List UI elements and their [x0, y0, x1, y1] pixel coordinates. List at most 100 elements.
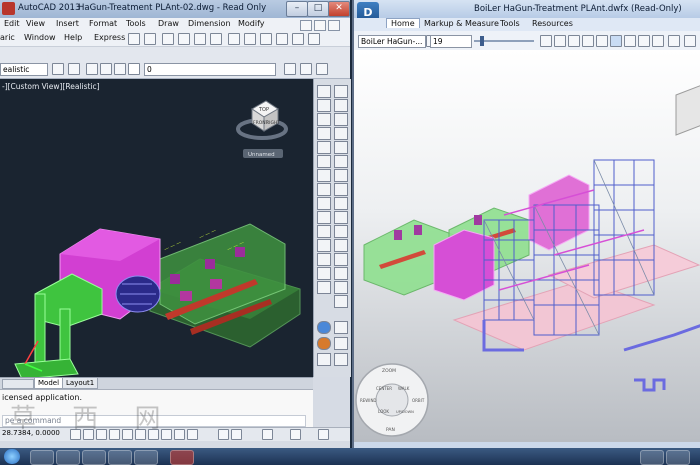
layer-previous-icon[interactable]	[300, 63, 312, 75]
taskbar-explorer-icon[interactable]	[30, 450, 54, 465]
taskbar-tray-icon[interactable]	[666, 450, 690, 465]
undo-icon[interactable]	[128, 33, 140, 45]
polygon-icon[interactable]	[317, 113, 331, 126]
explode-icon[interactable]	[334, 295, 348, 308]
camera-icon[interactable]	[334, 337, 348, 350]
review-canvas[interactable]: ZOOM CENTER WALK LOOK UP/DOWN REWIND ORB…	[354, 50, 700, 442]
spline-icon[interactable]	[317, 169, 331, 182]
taskbar-app-icon[interactable]	[134, 450, 158, 465]
mtext-icon[interactable]	[317, 281, 331, 294]
scale-icon[interactable]	[334, 183, 348, 196]
model-space-icon[interactable]	[218, 429, 229, 440]
menu-insert[interactable]: Insert	[56, 19, 79, 28]
point-icon[interactable]	[317, 225, 331, 238]
pan-icon[interactable]	[554, 35, 566, 47]
autocad-viewport[interactable]: -][Custom View][Realistic] TOP FRONT RIG…	[0, 79, 313, 377]
dyn-icon[interactable]	[174, 429, 185, 440]
layer-properties-icon[interactable]	[68, 63, 80, 75]
redo-icon[interactable]	[144, 33, 156, 45]
hatch-icon[interactable]	[317, 239, 331, 252]
quick-view-icon[interactable]	[231, 429, 242, 440]
visual-style-manager-icon[interactable]	[52, 63, 64, 75]
menu-express[interactable]: Express	[94, 33, 125, 42]
menu-format[interactable]: Format	[89, 19, 117, 28]
fillet-icon[interactable]	[334, 281, 348, 294]
layer-combo[interactable]: 0	[144, 63, 276, 76]
ribbon-tab-home[interactable]: Home	[386, 18, 420, 28]
ellipse-icon[interactable]	[317, 183, 331, 196]
break-icon[interactable]	[334, 239, 348, 252]
minimize-button[interactable]: –	[286, 1, 308, 17]
circle-icon[interactable]	[317, 155, 331, 168]
menu-tools[interactable]: Tools	[126, 19, 146, 28]
zoom-slider-thumb[interactable]	[480, 36, 484, 46]
doc-close-icon[interactable]	[328, 20, 340, 31]
move-icon[interactable]	[334, 155, 348, 168]
quickcalc-icon[interactable]	[308, 33, 320, 45]
region-icon[interactable]	[317, 253, 331, 266]
lightbulb-icon[interactable]	[86, 63, 98, 75]
menu-help[interactable]: Help	[64, 33, 82, 42]
doc-restore-icon[interactable]	[314, 20, 326, 31]
start-button-icon[interactable]	[4, 449, 20, 464]
close-button[interactable]: ✕	[328, 1, 350, 17]
properties-icon[interactable]	[684, 35, 696, 47]
orbit-icon[interactable]	[582, 35, 594, 47]
steering-wheel-icon[interactable]	[610, 35, 622, 47]
copy-icon[interactable]	[334, 99, 348, 112]
zoom-realtime-icon[interactable]	[178, 33, 190, 45]
sun-icon[interactable]	[100, 63, 112, 75]
doc-minimize-icon[interactable]	[300, 20, 312, 31]
sheet-selector-combo[interactable]: BoiLer HaGun-...	[358, 35, 426, 48]
taskbar-browser-icon[interactable]	[108, 450, 132, 465]
layers-icon[interactable]	[668, 35, 680, 47]
workspace-icon[interactable]	[290, 429, 301, 440]
maximize-button[interactable]: □	[307, 1, 329, 17]
taskbar-folder-icon[interactable]	[82, 450, 106, 465]
menu-view[interactable]: View	[26, 19, 45, 28]
sheet-set-icon[interactable]	[276, 33, 288, 45]
rotate-icon[interactable]	[334, 169, 348, 182]
lock-icon[interactable]	[114, 63, 126, 75]
lights-icon[interactable]	[334, 321, 348, 334]
rectangle-icon[interactable]	[317, 127, 331, 140]
zoom-window-icon[interactable]	[194, 33, 206, 45]
print-icon[interactable]	[638, 35, 650, 47]
insert-block-icon[interactable]	[317, 197, 331, 210]
design-center-icon[interactable]	[244, 33, 256, 45]
taskbar-review-icon[interactable]	[640, 450, 664, 465]
tab-nav-arrows[interactable]	[2, 379, 34, 389]
menu-edit[interactable]: Edit	[4, 19, 20, 28]
erase-icon[interactable]	[334, 85, 348, 98]
mirror-icon[interactable]	[334, 113, 348, 126]
extend-icon[interactable]	[334, 225, 348, 238]
dropdown-more-icon[interactable]	[652, 35, 664, 47]
menu-draw[interactable]: Draw	[158, 19, 179, 28]
tab-model[interactable]: Model	[34, 378, 64, 389]
isolate-objects-icon[interactable]	[318, 429, 329, 440]
walk-icon[interactable]	[334, 353, 348, 366]
ribbon-tab-markup-measure[interactable]: Markup & Measure	[420, 19, 503, 28]
menu-dimension[interactable]: Dimension	[188, 19, 231, 28]
annotation-scale-icon[interactable]	[262, 429, 273, 440]
tab-layout1[interactable]: Layout1	[62, 378, 99, 389]
render-sphere-icon[interactable]	[317, 321, 331, 334]
join-icon[interactable]	[334, 253, 348, 266]
markup-icon[interactable]	[292, 33, 304, 45]
layer-color-icon[interactable]	[128, 63, 140, 75]
tool-palettes-icon[interactable]	[260, 33, 272, 45]
home-view-icon[interactable]	[540, 35, 552, 47]
make-block-icon[interactable]	[317, 211, 331, 224]
visual-style-combo[interactable]: ealistic	[0, 63, 48, 76]
line-icon[interactable]	[317, 85, 331, 98]
menu-modify[interactable]: Modify	[238, 19, 265, 28]
taskbar-autocad-icon[interactable]	[170, 450, 194, 465]
render-icon[interactable]	[317, 353, 331, 366]
properties-icon[interactable]	[228, 33, 240, 45]
fit-window-icon[interactable]	[596, 35, 608, 47]
polyline-icon[interactable]	[317, 99, 331, 112]
zoom-icon[interactable]	[568, 35, 580, 47]
materials-icon[interactable]	[317, 337, 331, 350]
ribbon-tab-resources[interactable]: Resources	[528, 19, 577, 28]
select-icon[interactable]	[624, 35, 636, 47]
